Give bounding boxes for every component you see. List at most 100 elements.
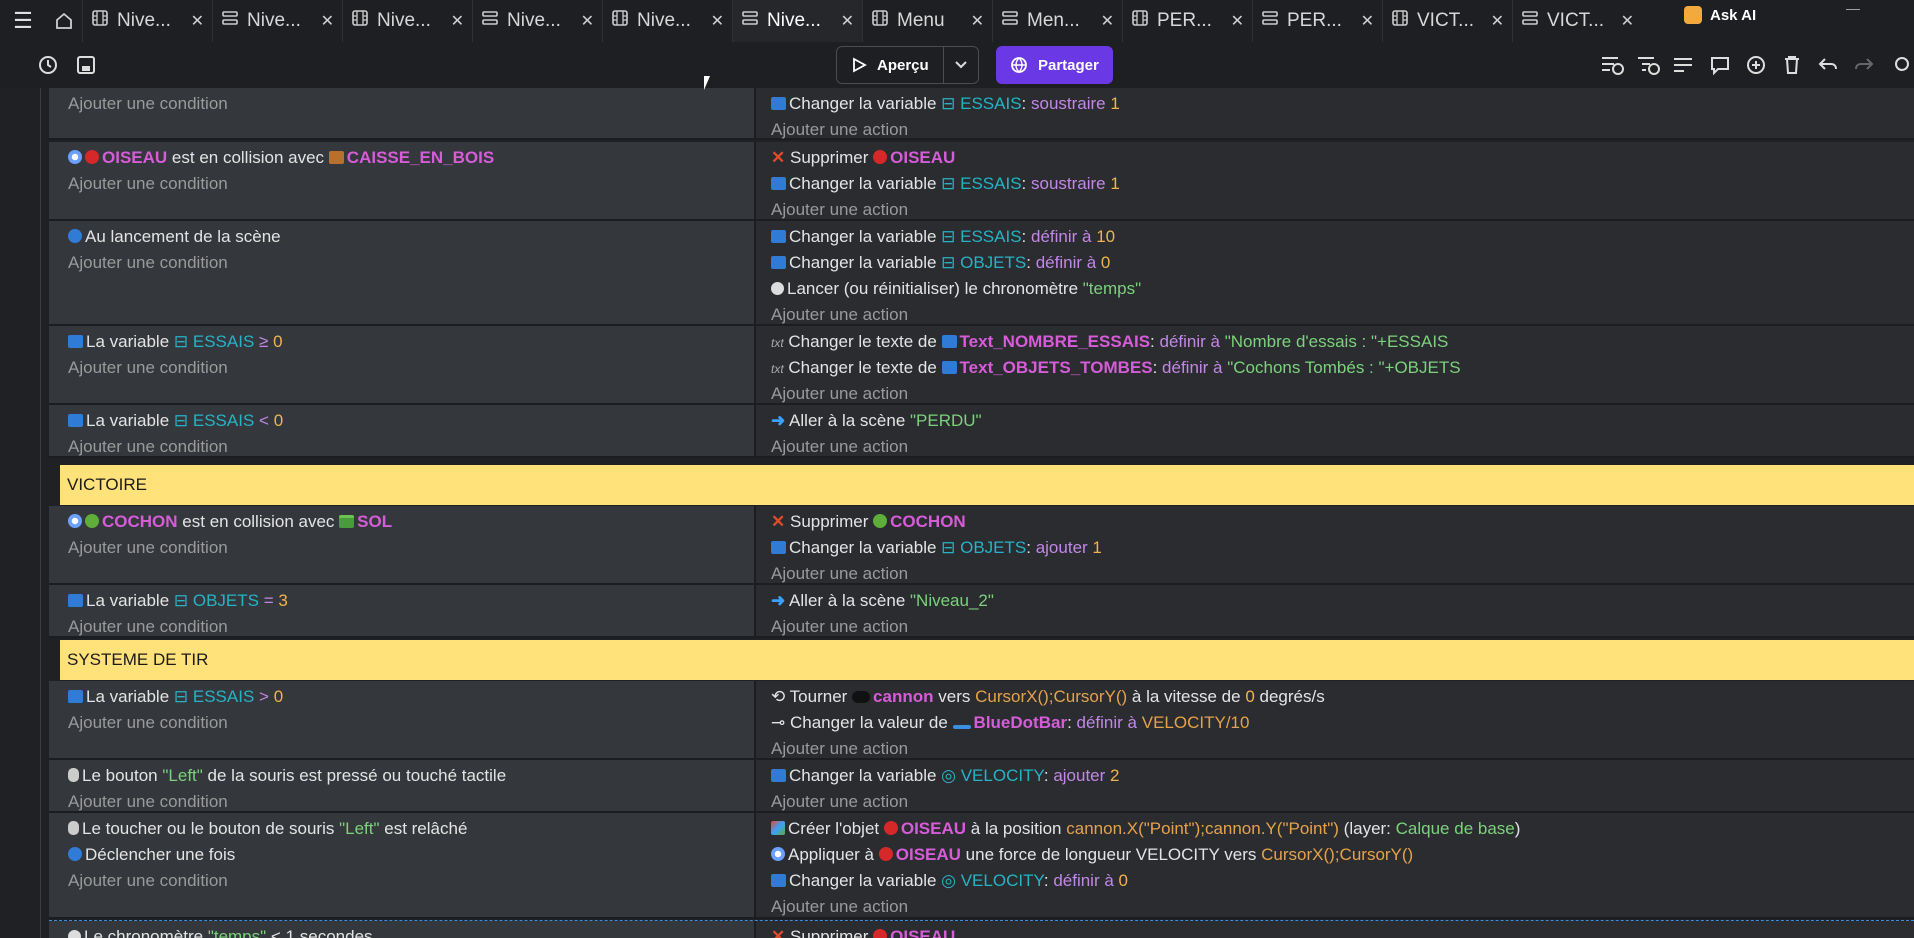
delete-icon[interactable] (1778, 51, 1806, 79)
hamburger-menu-icon[interactable]: ☰ (0, 0, 46, 42)
actions-column[interactable]: ✕ Supprimer OISEAU Changer la variable ⊟… (756, 88, 1914, 139)
add-subevent-icon[interactable] (1634, 51, 1662, 79)
conditions-column[interactable]: La variable ⊟ ESSAIS < 0 Ajouter une con… (49, 405, 756, 456)
conditions-column[interactable]: Le bouton "Left" de la souris est pressé… (49, 760, 756, 811)
editor-tab[interactable]: Nive... ✕ (472, 0, 602, 42)
action[interactable]: Changer la variable ◎ VELOCITY: ajouter … (771, 763, 1914, 789)
action[interactable]: Changer la variable ⊟ ESSAIS: définir à … (771, 224, 1914, 250)
actions-column[interactable]: Changer la variable ⊟ ESSAIS: définir à … (756, 221, 1914, 324)
action[interactable]: Changer la variable ⊟ OBJETS: définir à … (771, 250, 1914, 276)
preview-button[interactable]: Aperçu (837, 47, 944, 83)
add-condition-link[interactable]: Ajouter une condition (68, 91, 754, 117)
conditions-column[interactable]: Le toucher ou le bouton de souris "Left"… (49, 813, 756, 917)
add-action-link[interactable]: Ajouter une action (771, 434, 1914, 460)
undo-icon[interactable] (1814, 51, 1842, 79)
action[interactable]: Créer l'objet OISEAU à la position canno… (771, 816, 1914, 842)
group-header-tir[interactable]: SYSTEME DE TIR (60, 640, 1914, 680)
add-condition-link[interactable]: Ajouter une condition (68, 171, 754, 197)
actions-column[interactable]: ➜ Aller à la scène "Niveau_2" Ajouter un… (756, 585, 1914, 636)
action[interactable]: Changer la variable ⊟ ESSAIS: soustraire… (771, 171, 1914, 197)
event-row[interactable]: Le bouton "Left" de la souris est pressé… (49, 760, 1914, 813)
editor-tab[interactable]: Nive... ✕ (602, 0, 732, 42)
home-tab-icon[interactable] (46, 0, 82, 42)
action[interactable]: ➜ Aller à la scène "PERDU" (771, 408, 1914, 434)
actions-column[interactable]: ✕ Supprimer OISEAU Changer la variable ⊟… (756, 142, 1914, 219)
editor-tab[interactable]: PER... ✕ (1252, 0, 1382, 42)
editor-tab[interactable]: Nive... ✕ (342, 0, 472, 42)
action[interactable]: txt Changer le texte de Text_OBJETS_TOMB… (771, 355, 1914, 381)
conditions-column[interactable]: La variable ⊟ OBJETS = 3 Ajouter une con… (49, 585, 756, 636)
close-tab-icon[interactable]: ✕ (971, 11, 984, 31)
add-action-link[interactable]: Ajouter une action (771, 197, 1914, 223)
condition[interactable]: Le chronomètre "temps" < 1 secondes (68, 924, 754, 938)
conditions-column[interactable]: La variable ⊟ ESSAIS > 0 Ajouter une con… (49, 681, 756, 758)
search-icon[interactable] (1886, 51, 1914, 79)
condition[interactable]: La variable ⊟ ESSAIS < 0 (68, 408, 754, 434)
redo-icon[interactable] (1850, 51, 1878, 79)
group-header-victoire[interactable]: VICTOIRE (60, 465, 1914, 505)
action[interactable]: Appliquer à OISEAU une force de longueur… (771, 842, 1914, 868)
add-condition-link[interactable]: Ajouter une condition (68, 355, 754, 381)
action[interactable]: ➜ Aller à la scène "Niveau_2" (771, 588, 1914, 614)
add-more-icon[interactable] (1742, 51, 1770, 79)
actions-column[interactable]: Créer l'objet OISEAU à la position canno… (756, 813, 1914, 917)
close-tab-icon[interactable]: ✕ (711, 11, 724, 31)
add-condition-link[interactable]: Ajouter une condition (68, 614, 754, 640)
close-tab-icon[interactable]: ✕ (451, 11, 464, 31)
minimize-window-icon[interactable]: — (1846, 0, 1860, 16)
condition[interactable]: Au lancement de la scène (68, 224, 754, 250)
condition[interactable]: Le bouton "Left" de la souris est pressé… (68, 763, 754, 789)
condition[interactable]: La variable ⊟ OBJETS = 3 (68, 588, 754, 614)
event-row[interactable]: OISEAU est en collision avec SOL Ajouter… (49, 88, 1914, 140)
close-tab-icon[interactable]: ✕ (1231, 11, 1244, 31)
add-action-link[interactable]: Ajouter une action (771, 561, 1914, 587)
action[interactable]: ✕ Supprimer COCHON (771, 509, 1914, 535)
condition[interactable]: La variable ⊟ ESSAIS ≥ 0 (68, 329, 754, 355)
action[interactable]: txt Changer le texte de Text_NOMBRE_ESSA… (771, 329, 1914, 355)
conditions-column[interactable]: La variable ⊟ ESSAIS ≥ 0 Ajouter une con… (49, 326, 756, 403)
condition[interactable]: OISEAU est en collision avec CAISSE_EN_B… (68, 145, 754, 171)
actions-column[interactable]: Changer la variable ◎ VELOCITY: ajouter … (756, 760, 1914, 811)
close-tab-icon[interactable]: ✕ (1101, 11, 1114, 31)
add-group-icon[interactable] (1670, 51, 1698, 79)
action[interactable]: Changer la variable ⊟ OBJETS: ajouter 1 (771, 535, 1914, 561)
close-tab-icon[interactable]: ✕ (841, 11, 854, 31)
editor-tab[interactable]: VICT... ✕ (1382, 0, 1512, 42)
event-row[interactable]: Le chronomètre "temps" < 1 secondes ✕ Su… (49, 920, 1914, 938)
condition[interactable]: La variable ⊟ ESSAIS > 0 (68, 684, 754, 710)
conditions-column[interactable]: Au lancement de la scène Ajouter une con… (49, 221, 756, 324)
editor-tab[interactable]: VICT... ✕ (1512, 0, 1642, 42)
add-action-link[interactable]: Ajouter une action (771, 302, 1914, 328)
close-tab-icon[interactable]: ✕ (581, 11, 594, 31)
add-action-link[interactable]: Ajouter une action (771, 736, 1914, 762)
save-icon[interactable] (72, 51, 100, 79)
conditions-column[interactable]: OISEAU est en collision avec CAISSE_EN_B… (49, 142, 756, 219)
add-condition-link[interactable]: Ajouter une condition (68, 250, 754, 276)
actions-column[interactable]: ➜ Aller à la scène "PERDU" Ajouter une a… (756, 405, 1914, 456)
action[interactable]: Lancer (ou réinitialiser) le chronomètre… (771, 276, 1914, 302)
editor-tab[interactable]: Nive... ✕ (212, 0, 342, 42)
add-condition-link[interactable]: Ajouter une condition (68, 535, 754, 561)
condition[interactable]: Déclencher une fois (68, 842, 754, 868)
add-condition-link[interactable]: Ajouter une condition (68, 434, 754, 460)
action[interactable]: Changer la variable ⊟ ESSAIS: soustraire… (771, 91, 1914, 117)
actions-column[interactable]: ✕ Supprimer COCHON Changer la variable ⊟… (756, 506, 1914, 583)
history-icon[interactable] (34, 51, 62, 79)
actions-column[interactable]: txt Changer le texte de Text_NOMBRE_ESSA… (756, 326, 1914, 403)
add-condition-link[interactable]: Ajouter une condition (68, 789, 754, 815)
ask-ai-button[interactable]: Ask AI (1684, 6, 1756, 24)
event-row[interactable]: Le toucher ou le bouton de souris "Left"… (49, 813, 1914, 919)
add-action-link[interactable]: Ajouter une action (771, 381, 1914, 407)
event-row[interactable]: COCHON est en collision avec SOL Ajouter… (49, 506, 1914, 585)
action[interactable]: ✕ Supprimer OISEAU (771, 145, 1914, 171)
editor-tab[interactable]: Menu ✕ (862, 0, 992, 42)
conditions-column[interactable]: COCHON est en collision avec SOL Ajouter… (49, 506, 756, 583)
add-comment-icon[interactable] (1706, 51, 1734, 79)
close-tab-icon[interactable]: ✕ (1361, 11, 1374, 31)
editor-tab[interactable]: Nive... ✕ (82, 0, 212, 42)
close-tab-icon[interactable]: ✕ (321, 11, 334, 31)
editor-tab[interactable]: PER... ✕ (1122, 0, 1252, 42)
event-row[interactable]: La variable ⊟ ESSAIS < 0 Ajouter une con… (49, 405, 1914, 458)
close-tab-icon[interactable]: ✕ (191, 11, 204, 31)
add-action-link[interactable]: Ajouter une action (771, 894, 1914, 920)
